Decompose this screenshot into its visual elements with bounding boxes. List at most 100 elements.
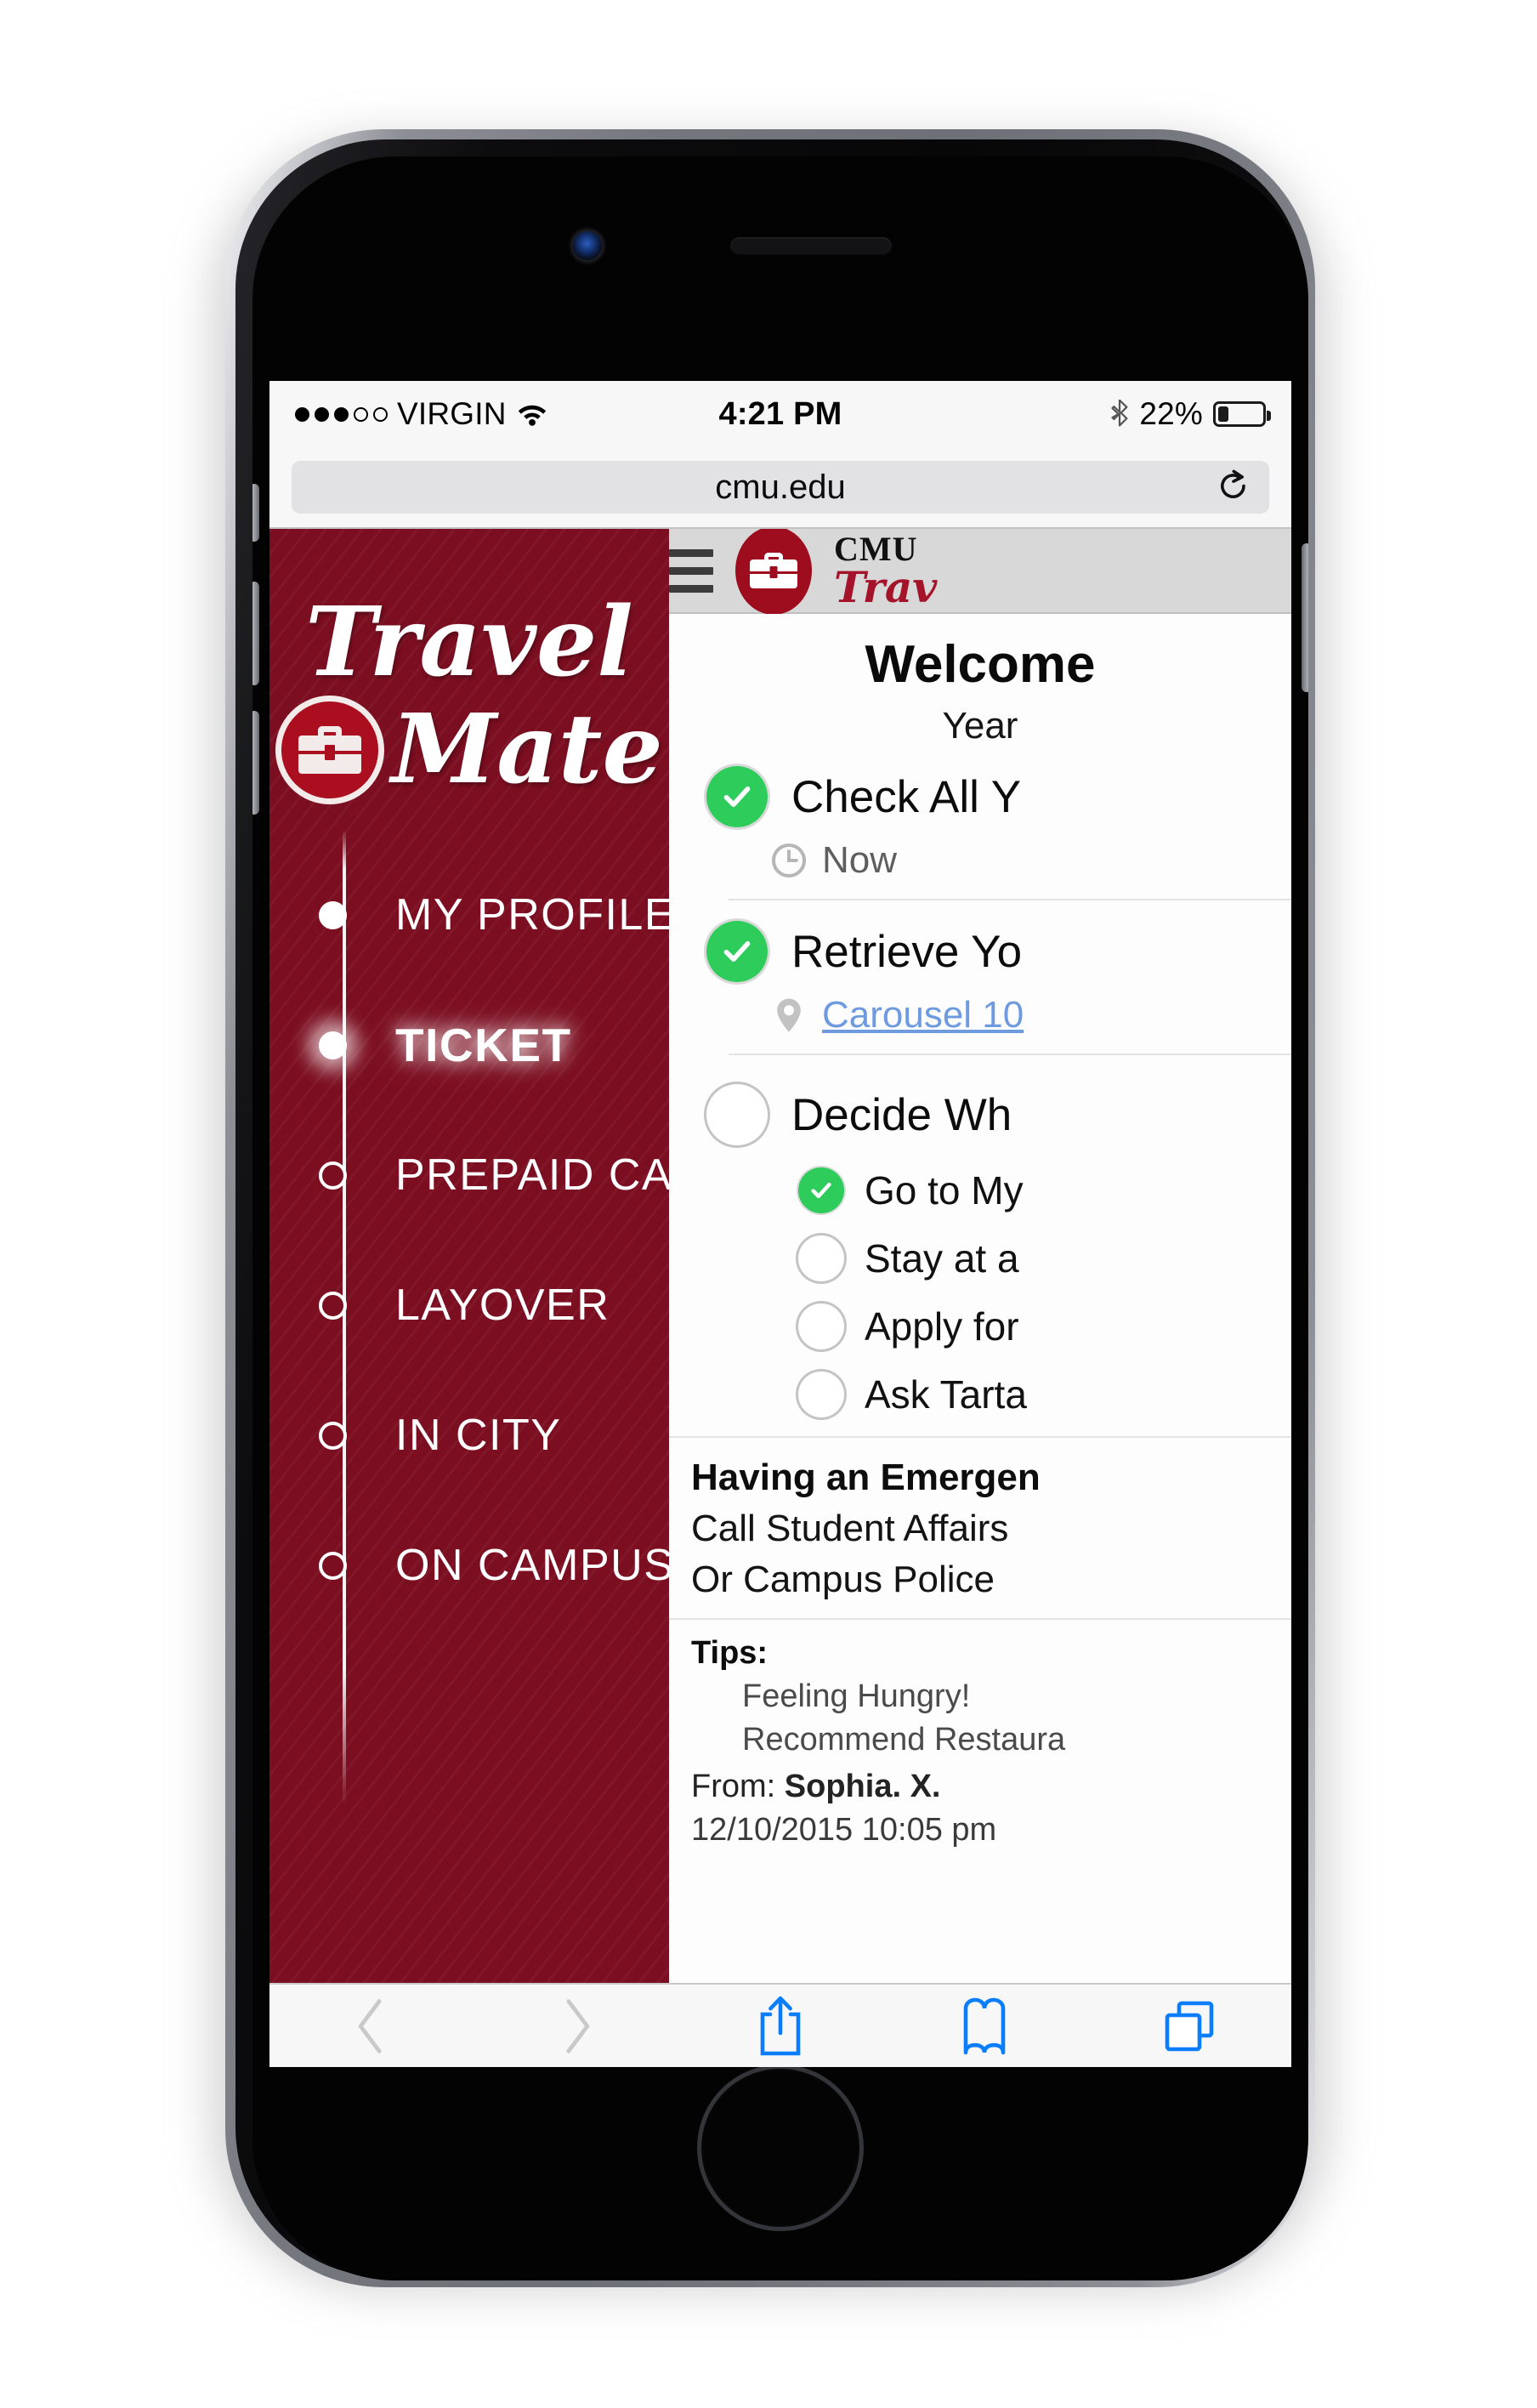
task-label: Check All Y <box>791 771 1022 822</box>
subtask-label: Apply for <box>865 1304 1019 1349</box>
silent-switch[interactable] <box>252 484 259 542</box>
brand-travel-label: Trav <box>834 562 938 613</box>
emergency-title: Having an Emergen <box>691 1457 1041 1498</box>
timeline-dot-pending <box>319 1161 347 1190</box>
bluetooth-icon <box>1111 400 1128 427</box>
navigation-drawer: Travel Mate MY PROFILE TICKET PREPAID CA… <box>269 529 669 1983</box>
subtask-checkbox-unchecked[interactable] <box>798 1235 844 1281</box>
task-meta-link[interactable]: Carousel 10 <box>822 994 1024 1036</box>
home-button[interactable] <box>697 2064 864 2231</box>
signal-strength-icon <box>295 406 388 422</box>
sidebar-item-ticket[interactable]: TICKET <box>319 1004 669 1086</box>
power-button[interactable] <box>1302 543 1308 692</box>
briefcase-badge-icon <box>275 696 385 804</box>
back-chevron-icon[interactable] <box>320 1989 423 2064</box>
nav-timeline: MY PROFILE TICKET PREPAID CARD <box>269 830 669 1806</box>
phone-screen: VIRGIN 4:21 PM 22% cmu.edu CMU Trav Welc… <box>269 381 1291 2067</box>
sidebar-item-in-city[interactable]: IN CITY <box>319 1394 669 1476</box>
subtask-label: Go to My <box>865 1168 1024 1213</box>
subtask-label: Ask Tarta <box>865 1372 1027 1417</box>
subtask-label: Stay at a <box>865 1236 1019 1281</box>
share-icon[interactable] <box>729 1989 831 2064</box>
task-checkbox-checked[interactable] <box>706 921 768 982</box>
sidebar-item-label: IN CITY <box>395 1411 562 1460</box>
task-checkbox-unchecked[interactable] <box>706 1084 768 1145</box>
timeline-dot-pending <box>319 1291 347 1320</box>
battery-percent-label: 22% <box>1139 396 1203 431</box>
timeline-dot-completed <box>319 900 347 929</box>
sidebar-item-label: PREPAID CARD <box>395 1150 669 1200</box>
forward-chevron-icon[interactable] <box>525 1989 627 2064</box>
task-subitem-list: Go to My Stay at a Apply for Ask Tarta <box>798 1167 1291 1417</box>
task-subitem[interactable]: Apply for <box>798 1303 1291 1349</box>
task-divider <box>729 899 1291 900</box>
safari-bottom-toolbar <box>269 1983 1291 2067</box>
tabs-icon[interactable] <box>1138 1989 1240 2064</box>
tips-title: Tips: <box>691 1635 768 1671</box>
task-checkbox-checked[interactable] <box>706 766 768 827</box>
brand-cmu-label: CMU <box>834 530 918 569</box>
status-right-group: 22% <box>1110 396 1271 432</box>
task-subitem[interactable]: Stay at a <box>798 1235 1291 1281</box>
reload-icon[interactable] <box>1218 469 1249 505</box>
sidebar-item-layover[interactable]: LAYOVER <box>319 1264 669 1346</box>
bookmarks-icon[interactable] <box>933 1989 1035 2064</box>
tip-line: Feeling Hungry! <box>742 1678 971 1714</box>
timeline-dot-pending <box>319 1421 347 1450</box>
phone-inner-bezel: VIRGIN 4:21 PM 22% cmu.edu CMU Trav Welc… <box>235 139 1308 2280</box>
drawer-logo: Travel Mate <box>269 529 669 804</box>
tips-from-name: Sophia. X. <box>784 1769 941 1804</box>
volume-down-button[interactable] <box>252 711 259 815</box>
sidebar-item-label: MY PROFILE <box>395 890 669 940</box>
battery-icon <box>1213 401 1271 427</box>
status-left-group: VIRGIN <box>295 396 548 432</box>
tips-timestamp: 12/10/2015 10:05 pm <box>691 1812 997 1848</box>
task-item[interactable]: Decide Wh Go to My Stay at a Apply for A… <box>669 1084 1291 1417</box>
sidebar-item-prepaid-card[interactable]: PREPAID CARD <box>319 1134 669 1216</box>
task-label: Retrieve Yo <box>791 926 1023 977</box>
task-subitem[interactable]: Go to My <box>798 1167 1291 1213</box>
carrier-label: VIRGIN <box>397 396 507 431</box>
task-meta-text: Now <box>822 839 898 881</box>
subtask-checkbox-unchecked[interactable] <box>798 1372 844 1417</box>
url-input-field[interactable]: cmu.edu <box>292 461 1269 514</box>
sidebar-item-label: LAYOVER <box>395 1281 610 1330</box>
brand-wordmark: CMU Trav <box>834 530 938 613</box>
emergency-line: Or Campus Police <box>691 1559 995 1600</box>
timeline-dot-active <box>319 1031 347 1059</box>
timeline-dot-pending <box>319 1551 347 1580</box>
safari-url-bar: cmu.edu <box>269 447 1291 529</box>
web-page-viewport: CMU Trav Welcome Year Check All Y Now Re… <box>269 529 1291 1983</box>
tips-block: Tips: Feeling Hungry! Recommend Restaura… <box>669 1620 1291 1849</box>
task-list: Check All Y Now Retrieve Yo Carousel 10 … <box>669 766 1291 1417</box>
briefcase-badge-icon <box>735 529 812 615</box>
tip-line: Recommend Restaura <box>742 1722 1066 1758</box>
main-content-area: Welcome Year Check All Y Now Retrieve Yo… <box>669 614 1291 1983</box>
url-text: cmu.edu <box>715 468 846 506</box>
emergency-line: Call Student Affairs <box>691 1508 1009 1549</box>
phone-outer-frame: VIRGIN 4:21 PM 22% cmu.edu CMU Trav Welc… <box>225 129 1315 2287</box>
drawer-logo-line1: Travel <box>305 587 633 698</box>
location-pin-icon <box>777 998 801 1032</box>
volume-up-button[interactable] <box>252 582 259 685</box>
tips-from-label: From: <box>691 1769 785 1804</box>
sidebar-item-label: TICKET <box>395 1019 572 1071</box>
battery-level-fill <box>1218 406 1229 422</box>
task-item[interactable]: Retrieve Yo Carousel 10 <box>669 921 1291 1055</box>
sidebar-item-on-campus[interactable]: ON CAMPUS <box>319 1525 669 1606</box>
iphone-mockup: VIRGIN 4:21 PM 22% cmu.edu CMU Trav Welc… <box>210 129 1330 2292</box>
phone-glass-front: VIRGIN 4:21 PM 22% cmu.edu CMU Trav Welc… <box>252 156 1308 2280</box>
task-label: Decide Wh <box>791 1089 1012 1140</box>
subtask-checkbox-unchecked[interactable] <box>798 1303 844 1349</box>
subtask-checkbox-checked[interactable] <box>798 1167 844 1213</box>
sidebar-item-label: ON CAMPUS <box>395 1541 669 1590</box>
task-item[interactable]: Check All Y Now <box>669 766 1291 900</box>
task-subitem[interactable]: Ask Tarta <box>798 1372 1291 1417</box>
hamburger-menu-icon[interactable] <box>669 548 713 593</box>
tips-author: From: Sophia. X. <box>691 1769 1291 1805</box>
emergency-info-block: Having an Emergen Call Student Affairs O… <box>669 1436 1291 1620</box>
front-camera-icon <box>573 231 602 260</box>
task-divider <box>729 1054 1291 1055</box>
sidebar-item-my-profile[interactable]: MY PROFILE <box>319 874 669 956</box>
page-subtitle: Year <box>942 705 1018 747</box>
